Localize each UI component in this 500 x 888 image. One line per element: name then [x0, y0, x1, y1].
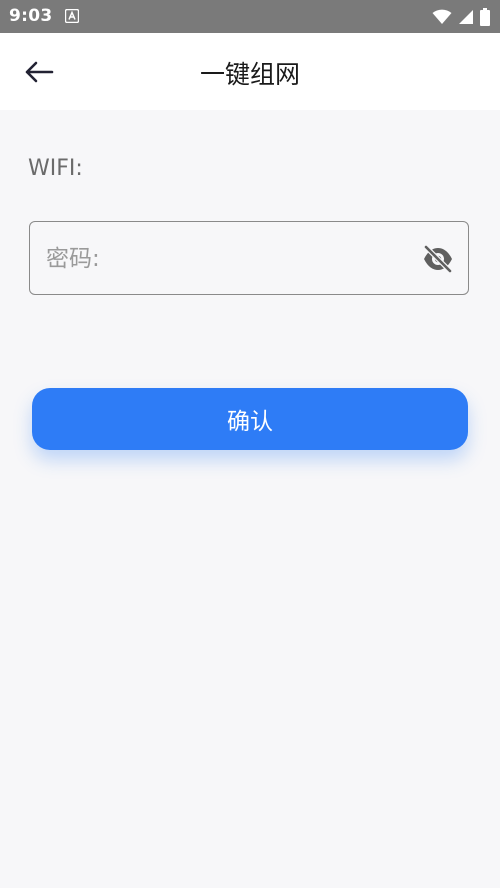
page-title: 一键组网	[199, 60, 300, 89]
status-bar: 9:03	[0, 0, 500, 33]
status-time: 9:03	[9, 6, 53, 26]
password-field[interactable]	[29, 221, 469, 296]
eye-off-icon[interactable]	[422, 245, 454, 273]
confirm-button[interactable]: 确认	[32, 388, 468, 450]
battery-icon	[480, 8, 490, 26]
password-input[interactable]	[44, 222, 408, 296]
app-bar: 一键组网	[0, 33, 500, 110]
a-app-notification-icon	[65, 9, 79, 23]
status-icons	[432, 7, 490, 27]
wifi-icon	[432, 9, 452, 24]
cellular-signal-icon	[459, 10, 473, 24]
wifi-label: WIFI:	[28, 156, 83, 181]
